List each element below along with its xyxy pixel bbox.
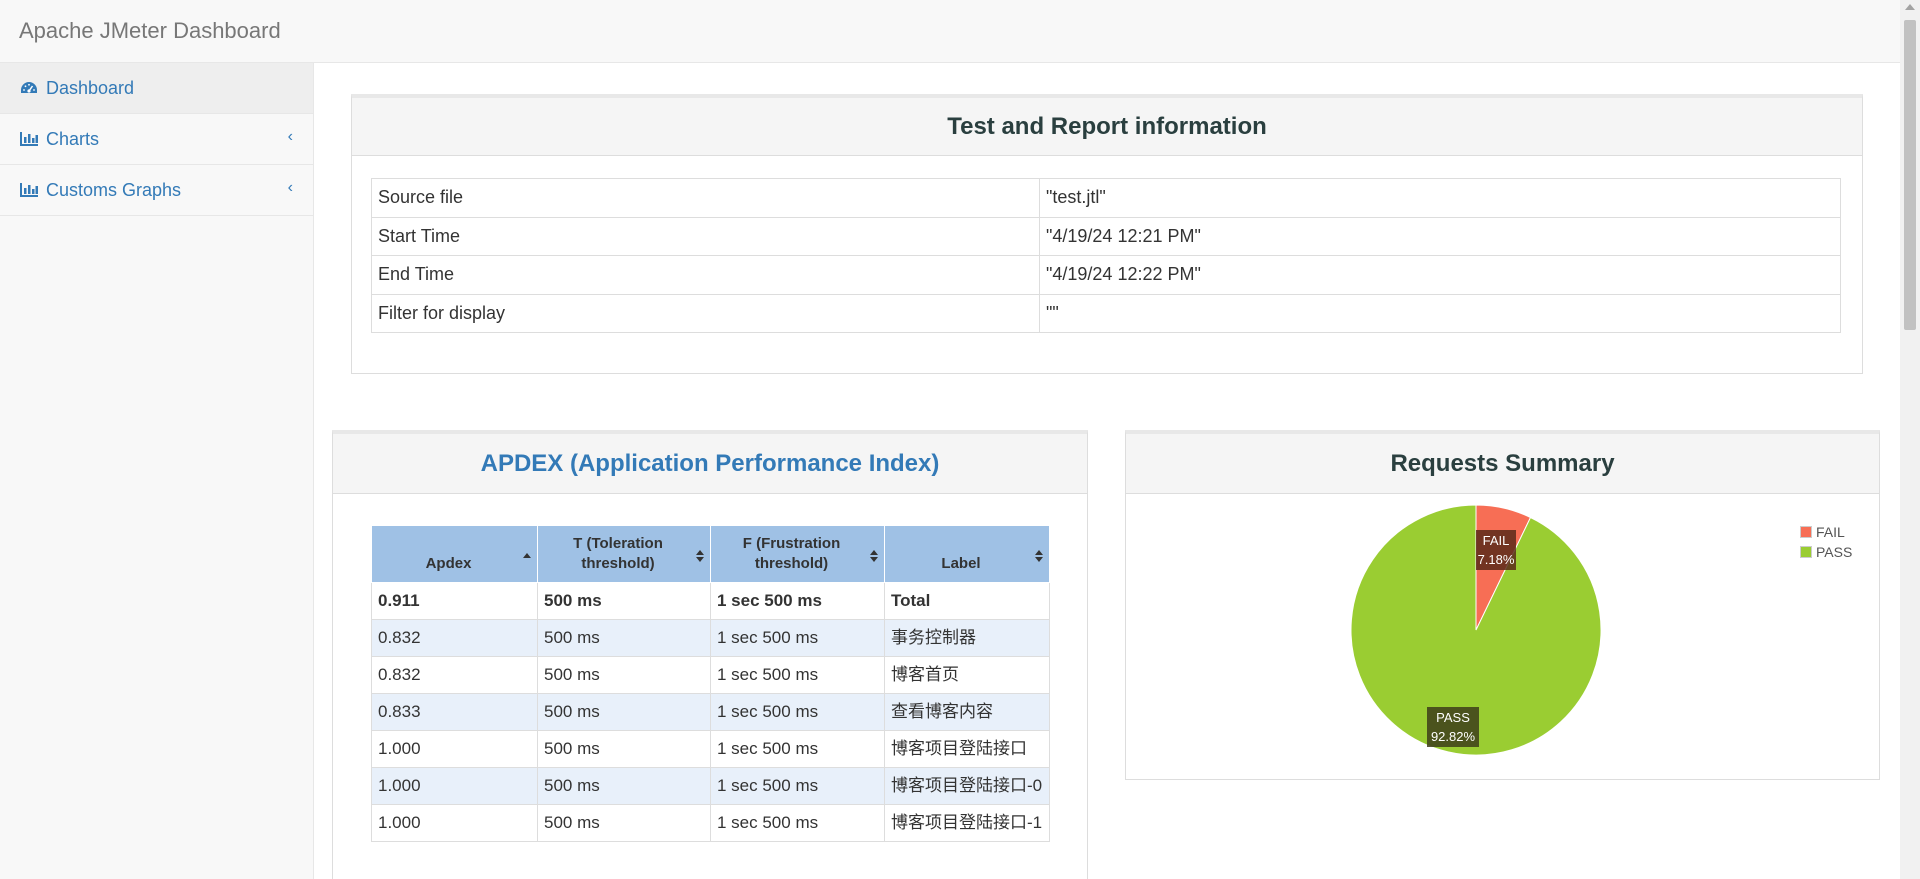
frustration-value: 1 sec 500 ms bbox=[710, 656, 885, 694]
toleration-value: 500 ms bbox=[537, 804, 711, 842]
sidebar-item-label: Charts bbox=[46, 128, 100, 149]
pie-label-percent: 7.18% bbox=[1478, 552, 1515, 567]
panel-title: Requests Summary bbox=[1126, 434, 1879, 494]
sidebar-item-label: Dashboard bbox=[46, 77, 135, 98]
sidebar-item-customs-graphs[interactable]: Customs Graphs ‹ bbox=[0, 165, 313, 216]
panel-title: APDEX (Application Performance Index) bbox=[333, 434, 1087, 494]
column-header-frustration[interactable]: F (Frustration threshold) bbox=[710, 525, 885, 583]
legend-swatch-pass bbox=[1800, 546, 1812, 558]
sidebar-item-dashboard[interactable]: Dashboard bbox=[0, 63, 313, 114]
pie-label-name: PASS bbox=[1436, 710, 1470, 725]
column-header-toleration[interactable]: T (Toleration threshold) bbox=[537, 525, 711, 583]
table-row: 0.911 500 ms 1 sec 500 ms Total bbox=[371, 582, 1050, 620]
bar-chart-icon bbox=[20, 182, 40, 198]
info-key: End Time bbox=[371, 255, 1040, 295]
frustration-value: 1 sec 500 ms bbox=[710, 619, 885, 657]
chevron-left-icon[interactable]: ‹ bbox=[288, 128, 293, 146]
table-row: 0.832 500 ms 1 sec 500 ms 博客首页 bbox=[371, 656, 1050, 694]
sidebar-item-charts[interactable]: Charts ‹ bbox=[0, 114, 313, 165]
table-row: Start Time "4/19/24 12:21 PM" bbox=[371, 216, 1841, 256]
apdex-title-link[interactable]: APDEX (Application Performance Index) bbox=[481, 450, 940, 477]
table-row: 0.833 500 ms 1 sec 500 ms 查看博客内容 bbox=[371, 693, 1050, 731]
label-value: 博客项目登陆接口-1 bbox=[884, 804, 1050, 842]
legend-label: FAIL bbox=[1816, 524, 1845, 540]
dashboard-icon bbox=[20, 80, 40, 96]
requests-pie-chart: FAIL 7.18% PASS 92.82% bbox=[1350, 504, 1602, 756]
pie-legend: FAIL PASS bbox=[1800, 522, 1852, 562]
pie-label-name: FAIL bbox=[1483, 533, 1510, 548]
sort-asc-icon bbox=[523, 553, 531, 558]
table-row: 1.000 500 ms 1 sec 500 ms 博客项目登陆接口 bbox=[371, 730, 1050, 768]
column-header-apdex[interactable]: Apdex bbox=[371, 525, 538, 583]
requests-summary-panel: Requests Summary FAIL 7.18% PASS 92.82% FAI… bbox=[1125, 430, 1880, 780]
top-navbar: Apache JMeter Dashboard bbox=[0, 0, 1900, 63]
toleration-value: 500 ms bbox=[537, 619, 711, 657]
table-row: 1.000 500 ms 1 sec 500 ms 博客项目登陆接口-1 bbox=[371, 804, 1050, 842]
label-value: 博客项目登陆接口 bbox=[884, 730, 1050, 768]
pie-label-fail: FAIL 7.18% bbox=[1476, 530, 1516, 570]
legend-label: PASS bbox=[1816, 544, 1853, 560]
info-value: "4/19/24 12:21 PM" bbox=[1039, 216, 1841, 256]
legend-swatch-fail bbox=[1800, 526, 1812, 538]
info-value: "" bbox=[1039, 293, 1841, 333]
chevron-left-icon[interactable]: ‹ bbox=[288, 179, 293, 197]
info-key: Start Time bbox=[371, 216, 1040, 256]
legend-item-pass[interactable]: PASS bbox=[1800, 542, 1852, 562]
table-row: Source file "test.jtl" bbox=[371, 178, 1841, 218]
toleration-value: 500 ms bbox=[537, 730, 711, 768]
toleration-value: 500 ms bbox=[537, 656, 711, 694]
brand-title[interactable]: Apache JMeter Dashboard bbox=[19, 18, 281, 44]
apdex-value: 0.832 bbox=[371, 656, 538, 694]
frustration-value: 1 sec 500 ms bbox=[710, 730, 885, 768]
apdex-value: 0.833 bbox=[371, 693, 538, 731]
label-value: Total bbox=[884, 582, 1050, 620]
apdex-table: Apdex T (Toleration threshold) F (Frustr… bbox=[371, 525, 1050, 842]
apdex-value: 0.911 bbox=[371, 582, 538, 620]
sidebar-item-label: Customs Graphs bbox=[46, 179, 182, 200]
apdex-value: 1.000 bbox=[371, 767, 538, 805]
toleration-value: 500 ms bbox=[537, 693, 711, 731]
table-row: 0.832 500 ms 1 sec 500 ms 事务控制器 bbox=[371, 619, 1050, 657]
label-value: 博客首页 bbox=[884, 656, 1050, 694]
apdex-value: 1.000 bbox=[371, 804, 538, 842]
sort-icon bbox=[696, 550, 704, 562]
table-row: Filter for display "" bbox=[371, 293, 1841, 333]
pie-label-pass: PASS 92.82% bbox=[1427, 707, 1479, 747]
scroll-up-arrow-icon[interactable] bbox=[1905, 4, 1915, 10]
apdex-value: 0.832 bbox=[371, 619, 538, 657]
toleration-value: 500 ms bbox=[537, 767, 711, 805]
label-value: 查看博客内容 bbox=[884, 693, 1050, 731]
panel-title: Test and Report information bbox=[352, 98, 1862, 156]
frustration-value: 1 sec 500 ms bbox=[710, 804, 885, 842]
sort-icon bbox=[1035, 550, 1043, 562]
table-row: End Time "4/19/24 12:22 PM" bbox=[371, 255, 1841, 295]
label-value: 博客项目登陆接口-0 bbox=[884, 767, 1050, 805]
bar-chart-icon bbox=[20, 131, 40, 147]
table-row: 1.000 500 ms 1 sec 500 ms 博客项目登陆接口-0 bbox=[371, 767, 1050, 805]
toleration-value: 500 ms bbox=[537, 582, 711, 620]
vertical-scrollbar[interactable] bbox=[1900, 0, 1920, 879]
label-value: 事务控制器 bbox=[884, 619, 1050, 657]
sort-icon bbox=[870, 550, 878, 562]
legend-item-fail[interactable]: FAIL bbox=[1800, 522, 1852, 542]
test-info-table: Source file "test.jtl" Start Time "4/19/… bbox=[371, 178, 1841, 333]
frustration-value: 1 sec 500 ms bbox=[710, 582, 885, 620]
frustration-value: 1 sec 500 ms bbox=[710, 767, 885, 805]
frustration-value: 1 sec 500 ms bbox=[710, 693, 885, 731]
info-key: Source file bbox=[371, 178, 1040, 218]
sidebar: Dashboard Charts ‹ Customs Graphs ‹ bbox=[0, 63, 314, 879]
column-header-label[interactable]: Label bbox=[884, 525, 1050, 583]
apdex-value: 1.000 bbox=[371, 730, 538, 768]
info-value: "4/19/24 12:22 PM" bbox=[1039, 255, 1841, 295]
test-report-info-panel: Test and Report information Source file … bbox=[351, 94, 1863, 374]
apdex-panel: APDEX (Application Performance Index) Ap… bbox=[332, 430, 1088, 879]
info-value: "test.jtl" bbox=[1039, 178, 1841, 218]
info-key: Filter for display bbox=[371, 293, 1040, 333]
scrollbar-thumb[interactable] bbox=[1904, 20, 1916, 330]
pie-label-percent: 92.82% bbox=[1431, 729, 1476, 744]
